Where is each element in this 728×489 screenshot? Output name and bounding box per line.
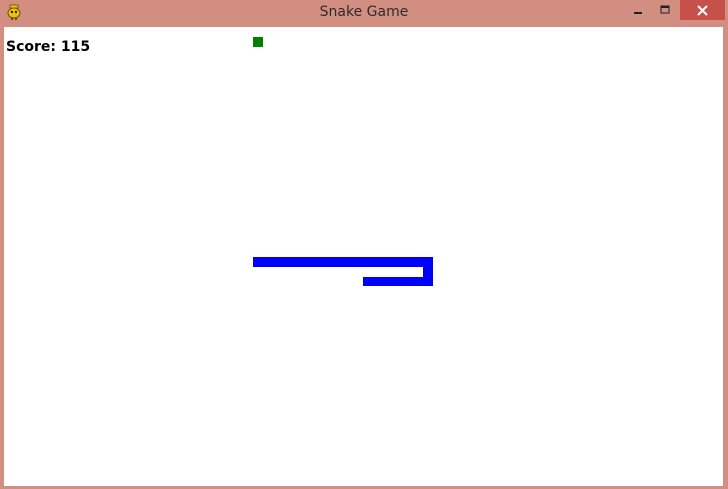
game-window: Snake Game Score: 115 — [0, 0, 728, 489]
maximize-button[interactable] — [651, 0, 678, 20]
snake-segment — [253, 257, 433, 267]
window-title: Snake Game — [319, 4, 409, 20]
title-bar[interactable]: Snake Game — [0, 0, 728, 26]
close-icon — [697, 4, 708, 16]
maximize-icon — [660, 5, 669, 14]
food-pellet — [253, 37, 263, 47]
snake-segment — [363, 277, 433, 286]
close-button[interactable] — [680, 0, 725, 20]
game-canvas[interactable]: Score: 115 — [4, 27, 723, 486]
minimize-button[interactable] — [624, 0, 651, 20]
score-label: Score: 115 — [6, 39, 91, 55]
minimize-icon — [633, 12, 642, 14]
